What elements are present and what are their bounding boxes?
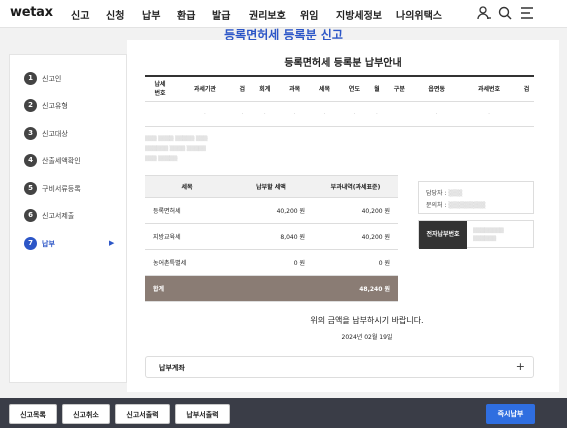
bill-number-table: 납세 번호 과세기관 검 회계 과목 세목 연도 월 구분 읍면동 과세번호 검… [145,75,534,127]
search-icon[interactable] [497,5,513,21]
payment-account-label: 납부계좌 [159,364,185,372]
table-header: 읍면동 [414,76,460,102]
table-row: 농어촌특별세 0 원 0 원 [145,249,398,276]
print-bill-button[interactable]: 납부서출력 [175,404,230,424]
table-header: 납세 번호 [145,76,175,102]
menu-icon[interactable] [519,5,535,21]
table-header: 검 [518,76,534,102]
redacted-text: ▒▒▒▒▒▒▒▒ ▒▒▒▒▒▒ [473,228,504,242]
top-navigation-bar: wetax 신고 신청 납부 환급 발급 권리보호 위임 지방세정보 나의위택스 [0,0,567,28]
redacted-text: ▒▒▒ ▒▒▒▒▒ [145,156,178,162]
redacted-text: ▒▒▒▒▒▒ ▒▒▒▒ ▒▒▒▒▒ [145,146,206,152]
manager-label: 담당자 : [426,190,447,197]
nav-local-tax-info[interactable]: 지방세정보 [336,7,382,22]
table-header: 구분 [384,76,415,102]
contact-box: 담당자 : ▒▒▒ 문의처 : ▒▒▒▒▒▒▒▒ [418,181,534,214]
report-list-button[interactable]: 신고목록 [9,404,57,424]
table-row: 등록면허세 40,200 원 40,200 원 [145,197,398,224]
tax-amount-table: 세목 납부할 세액 부과내역(과세표준) 등록면허세 40,200 원 40,2… [145,175,398,302]
table-header: 세목 [145,175,229,198]
table-header: 과목 [279,76,310,102]
nav-refund[interactable]: 환급 [177,7,195,22]
payment-notice: 위의 금액을 납부하시기 바랍니다. [310,316,424,325]
notice-date: 2024년 02월 19일 [341,334,393,341]
table-header: 과세기관 [175,76,235,102]
chevron-right-icon: ▶ [109,239,115,247]
nav-apply[interactable]: 신청 [106,7,124,22]
cancel-report-button[interactable]: 신고취소 [62,404,110,424]
pay-now-button[interactable]: 즉시납부 [486,404,535,424]
phone-label: 문의처 : [426,202,447,209]
payment-guide-panel: 등록면허세 등록분 납부안내 납세 번호 과세기관 검 회계 과목 세목 연도 … [127,40,559,392]
nav-rights-protection[interactable]: 권리보호 [249,7,286,22]
table-row: · · · · · · · · · [145,101,534,127]
total-row: 합계 48,240 원 [145,275,398,302]
nav-report[interactable]: 신고 [71,7,89,22]
nav-delegation[interactable]: 위임 [300,7,318,22]
nav-my-wetax[interactable]: 나의위택스 [396,7,442,22]
table-header: 회계 [249,76,280,102]
payment-number-label: 전자납부번호 [419,221,467,249]
expand-icon[interactable]: + [516,360,525,373]
user-icon[interactable] [476,5,492,21]
table-header: 과세번호 [459,76,519,102]
table-header: 세목 [309,76,340,102]
nav-pay[interactable]: 납부 [142,7,160,22]
table-header: 부과내역(과세표준) [313,175,398,198]
table-header: 납부할 세액 [229,175,313,198]
section-title: 등록면허세 등록분 납부안내 [284,58,402,69]
redacted-text: ▒▒▒ ▒▒▒▒ ▒▒▒▒▒ ▒▒▒ [145,136,208,142]
bottom-action-bar: 신고목록 신고취소 신고서출력 납부서출력 즉시납부 [0,398,567,428]
step-sidebar: 1 신고인 2 신고유형 3 신고대상 4 산출세액확인 5 구비서류등록 6 신고서제출 … [9,54,127,383]
payment-account-accordion[interactable]: 납부계좌 + [145,356,534,378]
table-row: 지방교육세 8,040 원 40,200 원 [145,223,398,250]
table-header: 월 [369,76,385,102]
table-header: 연도 [339,76,370,102]
electronic-payment-number: 전자납부번호 ▒▒▒▒▒▒▒▒ ▒▒▒▒▒▒ [418,220,534,249]
table-header: 검 [234,76,250,102]
nav-issue[interactable]: 발급 [212,7,230,22]
print-report-button[interactable]: 신고서출력 [115,404,170,424]
wetax-logo[interactable]: wetax [10,5,53,20]
